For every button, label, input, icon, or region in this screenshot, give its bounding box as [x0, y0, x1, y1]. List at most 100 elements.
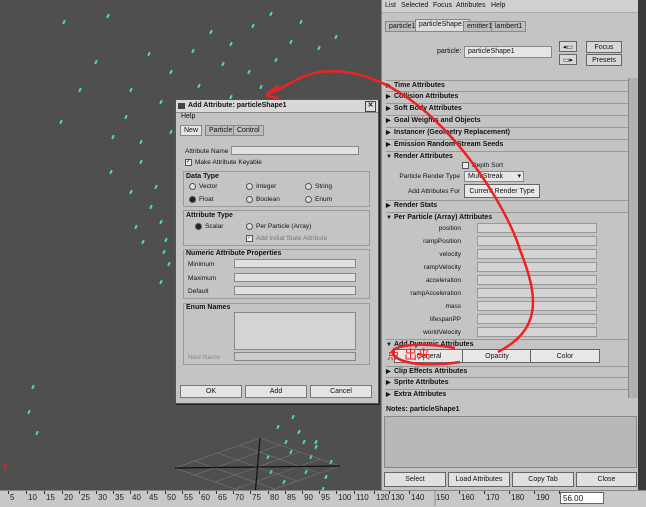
new-name-input[interactable]	[234, 352, 356, 361]
menu-list[interactable]: List	[385, 2, 396, 9]
minimum-label: Minimum	[188, 261, 215, 268]
keyable-checkbox[interactable]: ✓ Make Attribute Keyable	[185, 159, 262, 166]
load-attributes-button[interactable]: Load Attributes	[448, 472, 510, 487]
timeline-tick-label: 180	[511, 493, 525, 502]
output-connection-button[interactable]: ▭▸	[559, 54, 577, 65]
pp-attr-field[interactable]	[477, 301, 597, 311]
menu-help[interactable]: Help	[491, 2, 505, 9]
presets-button[interactable]: Presets	[586, 54, 622, 66]
notes-textarea[interactable]	[384, 416, 637, 468]
render-type-value: MultiStreak	[468, 173, 504, 180]
close-icon[interactable]: ✕	[365, 101, 376, 112]
tab-particle[interactable]: Particle	[205, 125, 237, 136]
main-scrollbar[interactable]	[638, 0, 646, 490]
input-connection-button[interactable]: ◂▭	[559, 41, 577, 52]
timeline-tick-mark	[62, 491, 63, 494]
timeline-tick-label: 90	[304, 493, 313, 502]
add-button[interactable]: Add	[245, 385, 307, 398]
section-instancer[interactable]: ▶ Instancer (Geometry Replacement)	[386, 127, 628, 139]
default-input[interactable]	[234, 286, 356, 295]
general-button[interactable]: General	[394, 349, 464, 363]
radio-enum[interactable]: Enum	[305, 196, 332, 203]
section-soft-body[interactable]: ▶ Soft Body Attributes	[386, 103, 628, 115]
render-type-dropdown[interactable]: MultiStreak ▾	[464, 171, 524, 182]
section-render[interactable]: ▼ Render Attributes	[386, 151, 628, 163]
help-menu[interactable]: Help	[181, 113, 195, 120]
node-name-field[interactable]: particleShape1	[464, 46, 552, 58]
select-button[interactable]: Select	[384, 472, 446, 487]
color-button[interactable]: Color	[530, 349, 600, 363]
radio-string[interactable]: String	[305, 183, 332, 190]
data-type-label: Data Type	[186, 173, 219, 180]
enum-names-list[interactable]	[234, 312, 356, 350]
pp-attr-field[interactable]	[477, 327, 597, 337]
ae-bottom-buttons: Select Load Attributes Copy Tab Close	[384, 472, 637, 488]
data-type-group: Data Type Vector Integer String Float Bo…	[183, 171, 370, 207]
pp-attr-field[interactable]	[477, 314, 597, 324]
radio-label: Enum	[315, 196, 332, 204]
menu-selected[interactable]: Selected	[401, 2, 428, 9]
current-time-field[interactable]: 56.00	[560, 492, 604, 504]
attribute-type-label: Attribute Type	[186, 212, 233, 219]
playhead[interactable]	[434, 491, 436, 506]
pp-attr-field[interactable]	[477, 275, 597, 285]
time-slider[interactable]: 5 10 15 20 25 30 35 40 45 50 55 60 65 70 75 80 85 90 95 100…	[0, 490, 646, 507]
cancel-button[interactable]: Cancel	[310, 385, 372, 398]
section-extra[interactable]: ▶ Extra Attributes	[386, 389, 628, 401]
pp-attr-field[interactable]	[477, 223, 597, 233]
particle-dot	[109, 169, 113, 175]
menu-attributes[interactable]: Attributes	[456, 2, 486, 9]
radio-vector[interactable]: Vector	[189, 183, 217, 190]
radio-label: Vector	[199, 183, 218, 191]
dialog-title-bar[interactable]: Add Attribute: particleShape1 ✕	[176, 100, 378, 113]
menu-focus[interactable]: Focus	[433, 2, 452, 9]
focus-button[interactable]: Focus	[586, 41, 622, 53]
initial-state-checkbox[interactable]: ✓ Add Initial State Attribute	[246, 235, 327, 242]
timeline-tick-label: 55	[184, 493, 193, 502]
pp-attr-field[interactable]	[477, 288, 597, 298]
expand-right-icon: ▶	[386, 130, 391, 136]
section-emission-seeds[interactable]: ▶ Emission Random Stream Seeds	[386, 139, 628, 151]
numeric-properties-group: Numeric Attribute Properties Minimum Max…	[183, 249, 370, 299]
timeline-tick-label: 65	[218, 493, 227, 502]
timeline-tick-label: 15	[46, 493, 55, 502]
section-goal[interactable]: ▶ Goal Weights and Objects	[386, 115, 628, 127]
enum-names-group: Enum Names New Name	[183, 303, 370, 365]
minimum-input[interactable]	[234, 259, 356, 268]
section-render-stats[interactable]: ▶ Render Stats	[386, 200, 628, 212]
ok-button[interactable]: OK	[180, 385, 242, 398]
section-sprite[interactable]: ▶ Sprite Attributes	[386, 377, 628, 389]
pp-attr-label: rampPosition	[423, 238, 461, 245]
copy-tab-button[interactable]: Copy Tab	[512, 472, 574, 487]
radio-boolean[interactable]: Boolean	[246, 196, 280, 203]
section-label: Goal Weights and Objects	[394, 117, 481, 124]
tab-new[interactable]: New	[180, 125, 203, 136]
tab-control[interactable]: Control	[233, 125, 264, 136]
radio-scalar[interactable]: Scalar	[195, 223, 223, 230]
section-collision[interactable]: ▶ Collision Attributes	[386, 91, 628, 103]
radio-dot	[189, 183, 196, 190]
pp-attr-field[interactable]	[477, 249, 597, 259]
timeline-tick-mark	[534, 491, 535, 494]
radio-float[interactable]: Float	[189, 196, 213, 203]
section-label: Render Stats	[394, 202, 438, 209]
attribute-name-input[interactable]	[231, 146, 359, 155]
maximum-input[interactable]	[234, 273, 356, 282]
opacity-button[interactable]: Opacity	[462, 349, 532, 363]
radio-dot	[195, 223, 202, 230]
particle-dot	[159, 99, 163, 105]
pp-attr-field[interactable]	[477, 236, 597, 246]
radio-integer[interactable]: Integer	[246, 183, 276, 190]
tab-lambert1[interactable]: lambert1	[491, 21, 527, 32]
pp-attr-field[interactable]	[477, 262, 597, 272]
tab-particleshape1[interactable]: particleShape1	[415, 19, 470, 32]
radio-per-particle[interactable]: Per Particle (Array)	[246, 223, 311, 230]
depth-sort-checkbox[interactable]: Depth Sort	[462, 162, 503, 169]
particle-dot	[78, 87, 82, 93]
close-button[interactable]: Close	[576, 472, 637, 487]
section-label: Time Attributes	[394, 82, 445, 89]
expand-right-icon: ▶	[386, 94, 391, 100]
numeric-props-label: Numeric Attribute Properties	[186, 250, 282, 257]
current-render-type-button[interactable]: Current Render Type	[464, 184, 540, 198]
particle-dot	[274, 57, 278, 63]
